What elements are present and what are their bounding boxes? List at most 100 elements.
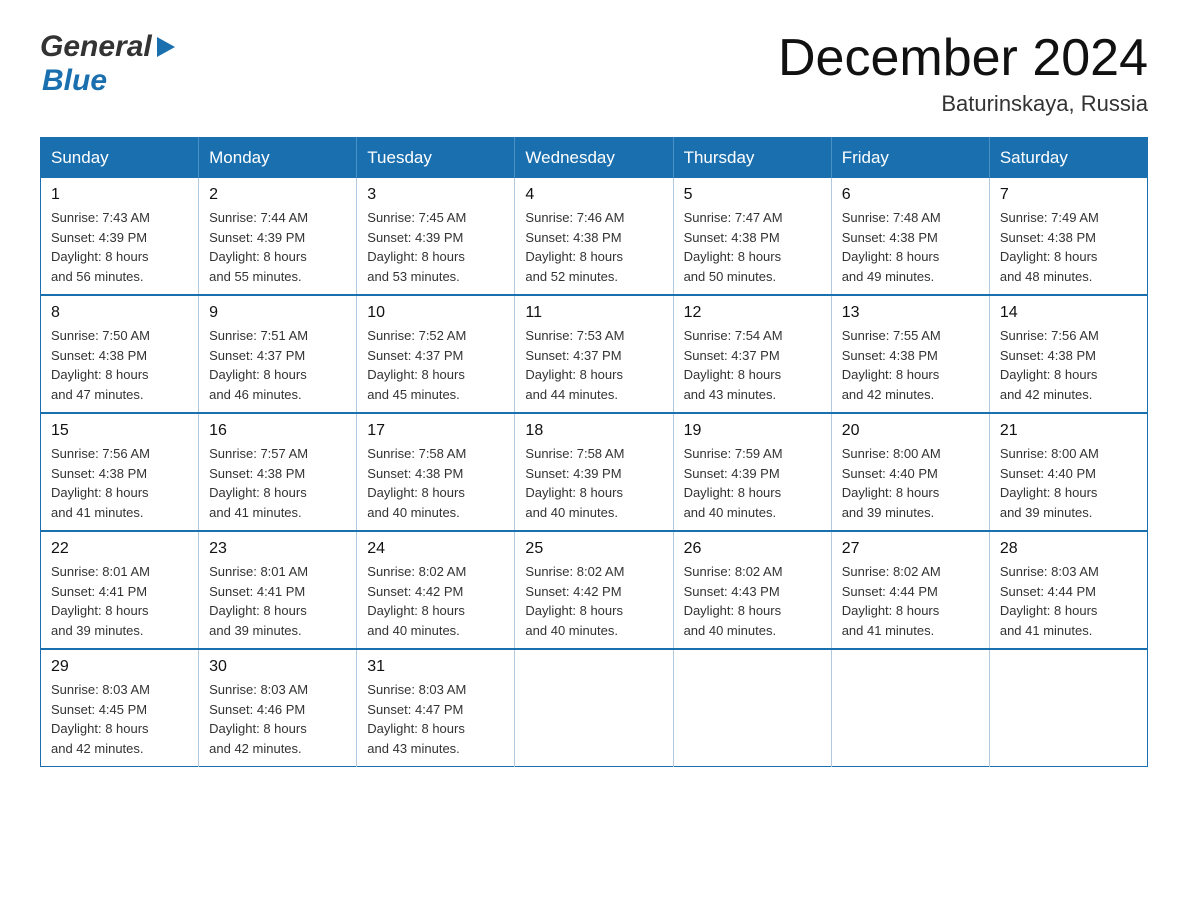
logo-triangle-icon	[157, 37, 175, 57]
day-info: Sunrise: 7:45 AM Sunset: 4:39 PM Dayligh…	[367, 208, 504, 286]
calendar-cell: 30 Sunrise: 8:03 AM Sunset: 4:46 PM Dayl…	[199, 649, 357, 767]
calendar-cell: 1 Sunrise: 7:43 AM Sunset: 4:39 PM Dayli…	[41, 178, 199, 295]
calendar-table: SundayMondayTuesdayWednesdayThursdayFrid…	[40, 137, 1148, 767]
day-number: 9	[209, 304, 346, 322]
day-info: Sunrise: 8:00 AM Sunset: 4:40 PM Dayligh…	[842, 444, 979, 522]
calendar-cell	[673, 649, 831, 767]
day-info: Sunrise: 7:51 AM Sunset: 4:37 PM Dayligh…	[209, 326, 346, 404]
calendar-cell: 20 Sunrise: 8:00 AM Sunset: 4:40 PM Dayl…	[831, 413, 989, 531]
page-header: General Blue December 2024 Baturinskaya,…	[40, 30, 1148, 117]
day-info: Sunrise: 8:03 AM Sunset: 4:44 PM Dayligh…	[1000, 562, 1137, 640]
day-number: 7	[1000, 186, 1137, 204]
calendar-cell: 25 Sunrise: 8:02 AM Sunset: 4:42 PM Dayl…	[515, 531, 673, 649]
calendar-cell	[515, 649, 673, 767]
calendar-cell: 24 Sunrise: 8:02 AM Sunset: 4:42 PM Dayl…	[357, 531, 515, 649]
day-number: 16	[209, 422, 346, 440]
calendar-cell: 26 Sunrise: 8:02 AM Sunset: 4:43 PM Dayl…	[673, 531, 831, 649]
calendar-cell: 31 Sunrise: 8:03 AM Sunset: 4:47 PM Dayl…	[357, 649, 515, 767]
day-info: Sunrise: 7:49 AM Sunset: 4:38 PM Dayligh…	[1000, 208, 1137, 286]
day-number: 4	[525, 186, 662, 204]
calendar-week-1: 1 Sunrise: 7:43 AM Sunset: 4:39 PM Dayli…	[41, 178, 1148, 295]
calendar-cell: 7 Sunrise: 7:49 AM Sunset: 4:38 PM Dayli…	[989, 178, 1147, 295]
day-info: Sunrise: 7:58 AM Sunset: 4:38 PM Dayligh…	[367, 444, 504, 522]
day-number: 26	[684, 540, 821, 558]
day-number: 3	[367, 186, 504, 204]
calendar-cell: 18 Sunrise: 7:58 AM Sunset: 4:39 PM Dayl…	[515, 413, 673, 531]
day-info: Sunrise: 7:50 AM Sunset: 4:38 PM Dayligh…	[51, 326, 188, 404]
day-info: Sunrise: 7:43 AM Sunset: 4:39 PM Dayligh…	[51, 208, 188, 286]
day-info: Sunrise: 7:44 AM Sunset: 4:39 PM Dayligh…	[209, 208, 346, 286]
day-number: 10	[367, 304, 504, 322]
calendar-week-4: 22 Sunrise: 8:01 AM Sunset: 4:41 PM Dayl…	[41, 531, 1148, 649]
day-number: 13	[842, 304, 979, 322]
calendar-body: 1 Sunrise: 7:43 AM Sunset: 4:39 PM Dayli…	[41, 178, 1148, 767]
day-number: 25	[525, 540, 662, 558]
day-number: 2	[209, 186, 346, 204]
day-info: Sunrise: 7:48 AM Sunset: 4:38 PM Dayligh…	[842, 208, 979, 286]
day-number: 24	[367, 540, 504, 558]
logo: General Blue	[40, 30, 175, 98]
calendar-cell: 10 Sunrise: 7:52 AM Sunset: 4:37 PM Dayl…	[357, 295, 515, 413]
calendar-cell: 29 Sunrise: 8:03 AM Sunset: 4:45 PM Dayl…	[41, 649, 199, 767]
day-number: 21	[1000, 422, 1137, 440]
calendar-cell: 14 Sunrise: 7:56 AM Sunset: 4:38 PM Dayl…	[989, 295, 1147, 413]
day-info: Sunrise: 8:03 AM Sunset: 4:47 PM Dayligh…	[367, 680, 504, 758]
calendar-cell: 4 Sunrise: 7:46 AM Sunset: 4:38 PM Dayli…	[515, 178, 673, 295]
day-info: Sunrise: 7:53 AM Sunset: 4:37 PM Dayligh…	[525, 326, 662, 404]
calendar-cell: 23 Sunrise: 8:01 AM Sunset: 4:41 PM Dayl…	[199, 531, 357, 649]
day-number: 5	[684, 186, 821, 204]
day-info: Sunrise: 8:03 AM Sunset: 4:45 PM Dayligh…	[51, 680, 188, 758]
header-day-tuesday: Tuesday	[357, 138, 515, 179]
day-info: Sunrise: 7:56 AM Sunset: 4:38 PM Dayligh…	[1000, 326, 1137, 404]
header-day-thursday: Thursday	[673, 138, 831, 179]
day-number: 17	[367, 422, 504, 440]
day-info: Sunrise: 8:02 AM Sunset: 4:44 PM Dayligh…	[842, 562, 979, 640]
calendar-cell: 28 Sunrise: 8:03 AM Sunset: 4:44 PM Dayl…	[989, 531, 1147, 649]
calendar-cell: 17 Sunrise: 7:58 AM Sunset: 4:38 PM Dayl…	[357, 413, 515, 531]
day-number: 12	[684, 304, 821, 322]
day-number: 31	[367, 658, 504, 676]
day-number: 22	[51, 540, 188, 558]
day-info: Sunrise: 7:54 AM Sunset: 4:37 PM Dayligh…	[684, 326, 821, 404]
day-info: Sunrise: 7:46 AM Sunset: 4:38 PM Dayligh…	[525, 208, 662, 286]
day-info: Sunrise: 7:58 AM Sunset: 4:39 PM Dayligh…	[525, 444, 662, 522]
day-info: Sunrise: 7:55 AM Sunset: 4:38 PM Dayligh…	[842, 326, 979, 404]
calendar-cell: 16 Sunrise: 7:57 AM Sunset: 4:38 PM Dayl…	[199, 413, 357, 531]
day-info: Sunrise: 8:00 AM Sunset: 4:40 PM Dayligh…	[1000, 444, 1137, 522]
header-day-monday: Monday	[199, 138, 357, 179]
day-number: 28	[1000, 540, 1137, 558]
day-number: 1	[51, 186, 188, 204]
day-number: 11	[525, 304, 662, 322]
logo-blue-text: Blue	[42, 64, 107, 97]
day-number: 8	[51, 304, 188, 322]
calendar-cell: 6 Sunrise: 7:48 AM Sunset: 4:38 PM Dayli…	[831, 178, 989, 295]
day-info: Sunrise: 8:01 AM Sunset: 4:41 PM Dayligh…	[51, 562, 188, 640]
calendar-cell: 3 Sunrise: 7:45 AM Sunset: 4:39 PM Dayli…	[357, 178, 515, 295]
header-day-sunday: Sunday	[41, 138, 199, 179]
day-number: 30	[209, 658, 346, 676]
calendar-week-3: 15 Sunrise: 7:56 AM Sunset: 4:38 PM Dayl…	[41, 413, 1148, 531]
day-info: Sunrise: 7:52 AM Sunset: 4:37 PM Dayligh…	[367, 326, 504, 404]
calendar-cell: 12 Sunrise: 7:54 AM Sunset: 4:37 PM Dayl…	[673, 295, 831, 413]
day-info: Sunrise: 7:47 AM Sunset: 4:38 PM Dayligh…	[684, 208, 821, 286]
day-info: Sunrise: 8:01 AM Sunset: 4:41 PM Dayligh…	[209, 562, 346, 640]
title-block: December 2024 Baturinskaya, Russia	[778, 30, 1148, 117]
calendar-cell: 9 Sunrise: 7:51 AM Sunset: 4:37 PM Dayli…	[199, 295, 357, 413]
calendar-cell: 19 Sunrise: 7:59 AM Sunset: 4:39 PM Dayl…	[673, 413, 831, 531]
day-number: 27	[842, 540, 979, 558]
calendar-week-2: 8 Sunrise: 7:50 AM Sunset: 4:38 PM Dayli…	[41, 295, 1148, 413]
day-number: 19	[684, 422, 821, 440]
day-info: Sunrise: 8:03 AM Sunset: 4:46 PM Dayligh…	[209, 680, 346, 758]
day-number: 15	[51, 422, 188, 440]
day-number: 18	[525, 422, 662, 440]
day-number: 29	[51, 658, 188, 676]
calendar-cell: 15 Sunrise: 7:56 AM Sunset: 4:38 PM Dayl…	[41, 413, 199, 531]
location-subtitle: Baturinskaya, Russia	[778, 91, 1148, 117]
logo-general-text: General	[40, 30, 152, 64]
calendar-cell: 8 Sunrise: 7:50 AM Sunset: 4:38 PM Dayli…	[41, 295, 199, 413]
day-number: 20	[842, 422, 979, 440]
calendar-cell: 13 Sunrise: 7:55 AM Sunset: 4:38 PM Dayl…	[831, 295, 989, 413]
day-info: Sunrise: 7:56 AM Sunset: 4:38 PM Dayligh…	[51, 444, 188, 522]
day-number: 6	[842, 186, 979, 204]
day-info: Sunrise: 8:02 AM Sunset: 4:43 PM Dayligh…	[684, 562, 821, 640]
